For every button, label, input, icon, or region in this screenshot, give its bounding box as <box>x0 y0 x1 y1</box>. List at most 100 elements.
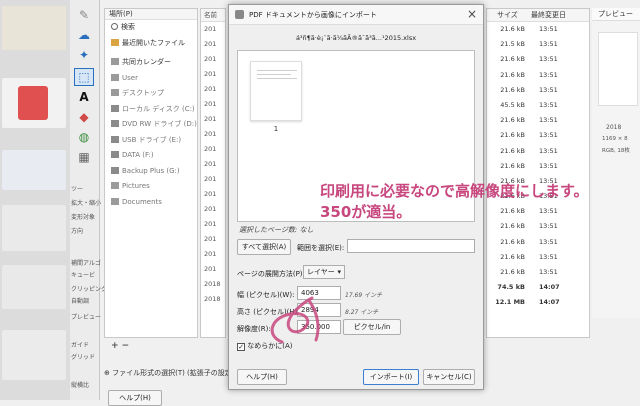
details-row[interactable]: 21.5 kB 13:51 <box>487 37 589 52</box>
eraser-tool-icon[interactable]: ◆ <box>74 108 94 126</box>
details-row[interactable]: 21.6 kB 13:51 <box>487 22 589 37</box>
details-row[interactable]: 21.6 kB 13:51 <box>487 68 589 83</box>
text-tool-icon[interactable]: A <box>74 88 94 106</box>
file-list-details: サイズ 最終変更日 21.6 kB 13:51 21.5 kB 13:51 21.6 kB… <box>486 8 590 338</box>
file-row[interactable]: 2018 <box>201 277 225 292</box>
place-drive-c[interactable]: ローカル ディスク (C:) <box>105 102 197 118</box>
file-row[interactable]: 201 <box>201 22 225 37</box>
details-row[interactable]: 12.1 MB 14:07 <box>487 295 589 310</box>
add-remove-place-buttons[interactable]: + − <box>111 341 129 351</box>
chooser-help-button[interactable]: ヘルプ(H) <box>108 390 162 406</box>
smudge-tool-icon[interactable]: ☁ <box>74 26 94 44</box>
file-row[interactable]: 201 <box>201 232 225 247</box>
bucket-tool-icon[interactable]: ◍ <box>74 128 94 146</box>
import-button[interactable]: インポート(I) <box>363 369 419 385</box>
file-row[interactable]: 201 <box>201 172 225 187</box>
dialog-titlebar[interactable]: PDF ドキュメントから画像にインポート × <box>229 5 483 25</box>
tool-options-label[interactable]: グリッド <box>71 352 95 361</box>
file-row[interactable]: 201 <box>201 142 225 157</box>
file-row[interactable]: 201 <box>201 187 225 202</box>
place-drive-e[interactable]: USB ドライブ (E:) <box>105 133 197 149</box>
place-search[interactable]: 検索 <box>105 20 197 36</box>
file-row[interactable]: 2018 <box>201 292 225 307</box>
details-row[interactable]: 21.6 kB 13:51 <box>487 250 589 265</box>
drive-icon <box>111 135 119 143</box>
place-documents[interactable]: Documents <box>105 195 197 211</box>
file-row[interactable]: 201 <box>201 97 225 112</box>
details-row[interactable]: 21.6 kB 13:51 <box>487 144 589 159</box>
range-label: 範囲を選択(E): <box>297 244 345 252</box>
details-header: サイズ 最終変更日 <box>487 9 589 22</box>
file-modified: 13:51 <box>539 55 558 64</box>
file-row[interactable]: 201 <box>201 52 225 67</box>
desktop-thumbnail <box>2 205 66 251</box>
tool-options-label[interactable]: 自動調 <box>71 296 89 305</box>
tool-options-label[interactable]: プレビュー <box>71 312 101 321</box>
cancel-button[interactable]: キャンセル(C) <box>423 369 475 385</box>
place-recent[interactable]: 最近開いたファイル <box>105 36 197 52</box>
file-row[interactable]: 201 <box>201 157 225 172</box>
modified-column-header[interactable]: 最終変更日 <box>531 9 566 22</box>
resolution-unit-select[interactable]: ピクセル/in <box>343 319 401 335</box>
place-label: DATA (F:) <box>122 151 154 159</box>
file-row[interactable]: 201 <box>201 202 225 217</box>
tool-options-label[interactable]: キュービ <box>71 270 95 279</box>
place-desktop[interactable]: デスクトップ <box>105 86 197 102</box>
details-row[interactable]: 21.6 kB 13:51 <box>487 159 589 174</box>
file-row[interactable]: 201 <box>201 37 225 52</box>
file-modified: 13:51 <box>539 237 558 246</box>
tool-options-label[interactable]: 縦横比 <box>71 380 89 389</box>
details-row[interactable]: 21.6 kB 13:51 <box>487 83 589 98</box>
file-modified: 13:51 <box>539 268 558 276</box>
paintbrush-tool-icon[interactable]: ✎ <box>74 6 94 24</box>
scale-tool-icon[interactable]: ⬚ <box>74 68 94 86</box>
file-row[interactable]: 201 <box>201 262 225 277</box>
details-row[interactable]: 21.6 kB 13:51 <box>487 128 589 143</box>
open-pages-value: レイヤー <box>307 268 335 276</box>
folder-icon <box>111 58 119 65</box>
size-column-header[interactable]: サイズ <box>487 9 531 22</box>
place-shared-calendar[interactable]: 共同カレンダー <box>105 55 197 71</box>
details-row[interactable]: 21.6 kB 13:51 <box>487 265 589 280</box>
file-row[interactable]: 201 <box>201 67 225 82</box>
select-all-button[interactable]: すべて選択(A) <box>237 239 291 255</box>
help-button[interactable]: ヘルプ(H) <box>237 369 287 385</box>
place-label: Pictures <box>122 182 150 190</box>
checkmark-icon[interactable]: ✓ <box>237 343 245 351</box>
place-user[interactable]: User <box>105 71 197 87</box>
open-pages-select[interactable]: レイヤー ▾ <box>303 265 345 279</box>
file-row[interactable]: 201 <box>201 127 225 142</box>
place-drive-g[interactable]: Backup Plus (G:) <box>105 164 197 180</box>
details-row[interactable]: 45.5 kB 13:51 <box>487 98 589 113</box>
name-column-header[interactable]: 名前 <box>201 9 225 22</box>
page-thumbnail[interactable] <box>250 61 302 121</box>
details-row[interactable]: 21.6 kB 13:51 <box>487 113 589 128</box>
folder-icon <box>111 89 119 96</box>
file-size: 21.6 kB <box>500 222 525 231</box>
file-type-expander[interactable]: ⊕ ファイル形式の選択(T) (拡張子の設定 <box>104 368 232 378</box>
place-label: Backup Plus (G:) <box>122 166 180 175</box>
tool-options-label: 補間アルゴ <box>71 260 101 267</box>
range-input[interactable] <box>347 239 475 253</box>
clone-tool-icon[interactable]: ✦ <box>74 46 94 64</box>
close-icon[interactable]: × <box>467 7 477 21</box>
gradient-tool-icon[interactable]: ▦ <box>74 148 94 166</box>
place-drive-d[interactable]: DVD RW ドライブ (D:) <box>105 117 197 133</box>
file-size: 21.6 kB <box>500 237 525 246</box>
file-row[interactable]: 201 <box>201 112 225 127</box>
file-modified: 13:51 <box>539 85 558 94</box>
file-row[interactable]: 201 <box>201 247 225 262</box>
details-row[interactable]: 74.5 kB 14:07 <box>487 280 589 295</box>
desktop-thumbnail <box>2 265 66 309</box>
pdf-file-thumbnail <box>2 78 66 128</box>
file-row[interactable]: 201 <box>201 82 225 97</box>
place-pictures[interactable]: Pictures <box>105 179 197 195</box>
file-row[interactable]: 201 <box>201 217 225 232</box>
details-row[interactable]: 21.6 kB 13:51 <box>487 204 589 219</box>
details-row[interactable]: 21.6 kB 13:51 <box>487 219 589 234</box>
place-label: DVD RW ドライブ (D:) <box>122 120 197 128</box>
details-row[interactable]: 21.6 kB 13:51 <box>487 235 589 250</box>
place-drive-f[interactable]: DATA (F:) <box>105 148 197 164</box>
details-row[interactable]: 21.6 kB 13:51 <box>487 52 589 67</box>
thumbnail-line <box>257 70 297 71</box>
